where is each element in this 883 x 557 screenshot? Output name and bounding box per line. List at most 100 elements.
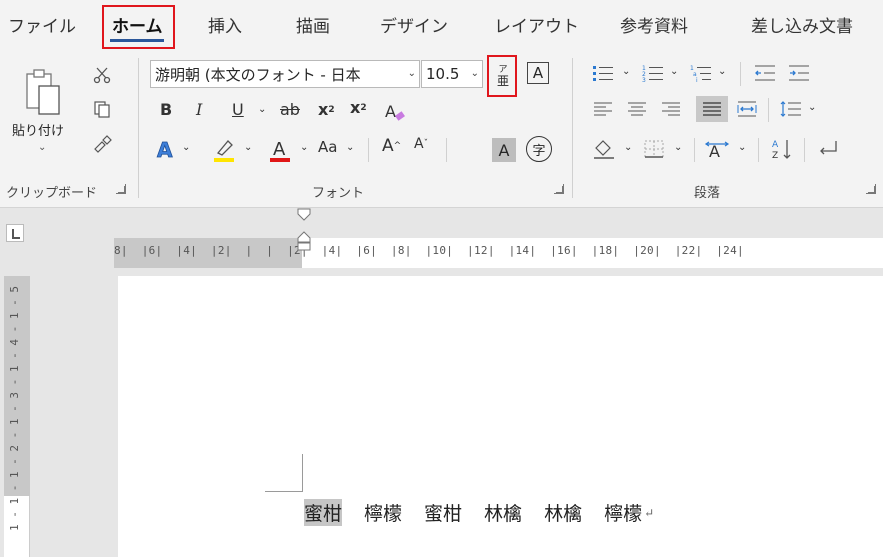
line-spacing-dropdown-icon[interactable]: ⌄: [808, 102, 816, 113]
paste-button[interactable]: [20, 62, 66, 124]
underline-dropdown-icon[interactable]: ⌄: [258, 104, 266, 115]
numbering-button[interactable]: 123: [640, 62, 666, 84]
distributed-icon: [737, 101, 757, 117]
sort-button[interactable]: A Z: [768, 136, 796, 162]
highlight-color-button[interactable]: [210, 136, 238, 164]
paragraph-group-label: 段落: [694, 186, 721, 201]
font-group-label: フォント: [312, 186, 365, 201]
tab-file[interactable]: ファイル: [8, 12, 76, 37]
tab-selector-button[interactable]: [6, 224, 24, 242]
font-dialog-launcher[interactable]: [554, 184, 564, 194]
paste-dropdown-chevron[interactable]: ⌄: [38, 142, 46, 153]
bullet-list-icon: [593, 66, 613, 81]
change-case-button[interactable]: Aa: [318, 138, 337, 156]
italic-button[interactable]: I: [196, 100, 202, 119]
align-right-icon: [662, 102, 680, 116]
format-painter-button[interactable]: [90, 134, 114, 156]
svg-text:A: A: [772, 140, 779, 150]
change-case-dropdown-icon[interactable]: ⌄: [346, 142, 354, 153]
enclose-characters-button[interactable]: 字: [526, 136, 552, 162]
multilevel-list-icon: 1ai: [690, 65, 711, 82]
font-color-dropdown-icon[interactable]: ⌄: [300, 142, 308, 153]
tab-draw[interactable]: 描画: [296, 12, 330, 37]
svg-text:i: i: [696, 77, 698, 82]
document-page[interactable]: 蜜柑 檸檬 蜜柑 林檎 林檎 檸檬 ↵: [118, 276, 883, 557]
underline-button[interactable]: U: [232, 100, 244, 119]
shrink-font-button[interactable]: Aˇ: [414, 136, 428, 152]
copy-button[interactable]: [90, 98, 114, 120]
document-word[interactable]: 林檎: [484, 499, 522, 526]
multilevel-list-button[interactable]: 1ai: [688, 62, 714, 84]
sort-icon: A Z: [772, 140, 791, 161]
align-left-icon: [594, 102, 612, 116]
bold-button[interactable]: B: [160, 100, 172, 119]
shading-dropdown-icon[interactable]: ⌄: [624, 142, 632, 153]
text-effects-icon: A: [157, 138, 174, 161]
bullets-dropdown-icon[interactable]: ⌄: [622, 66, 630, 77]
svg-text:Z: Z: [772, 151, 778, 161]
line-spacing-button[interactable]: [778, 98, 804, 120]
document-word[interactable]: 檸檬: [364, 499, 402, 526]
superscript-button[interactable]: x2: [350, 98, 367, 117]
tab-references[interactable]: 参考資料: [620, 12, 688, 37]
bullets-button[interactable]: [590, 62, 616, 84]
tab-mailings[interactable]: 差し込み文書: [751, 12, 853, 37]
character-border-glyph: A: [532, 64, 544, 82]
shading-button[interactable]: [590, 136, 618, 162]
clipboard-dialog-launcher[interactable]: [116, 184, 126, 194]
font-name-dropdown-icon[interactable]: ⌄: [408, 68, 416, 79]
font-size-dropdown-icon[interactable]: ⌄: [471, 68, 479, 79]
font-color-icon: A: [270, 139, 290, 162]
enclose-characters-glyph: 字: [532, 143, 546, 159]
character-border-button[interactable]: A: [527, 62, 549, 84]
tab-layout[interactable]: レイアウト: [494, 12, 579, 37]
document-word[interactable]: 檸檬: [604, 499, 642, 526]
document-word[interactable]: 蜜柑: [424, 499, 462, 526]
tab-design[interactable]: デザイン: [380, 12, 448, 37]
asian-layout-dropdown-icon[interactable]: ⌄: [738, 142, 746, 153]
align-right-button[interactable]: [658, 98, 684, 120]
document-word-selected[interactable]: 蜜柑: [304, 499, 343, 526]
highlight-dropdown-icon[interactable]: ⌄: [244, 142, 252, 153]
clear-formatting-button[interactable]: A: [382, 100, 408, 124]
svg-text:A: A: [385, 102, 396, 121]
increase-indent-button[interactable]: [786, 62, 812, 84]
font-size-box[interactable]: 10.5 ⌄: [421, 60, 483, 88]
home-tab-highlight-frame: [102, 5, 175, 49]
increase-indent-icon: [789, 65, 809, 81]
phonetic-guide-highlight-frame: [487, 55, 517, 97]
grow-font-button[interactable]: A ^: [382, 136, 401, 156]
decrease-indent-icon: [755, 65, 775, 81]
character-shading-glyph: A: [498, 140, 510, 160]
document-text-line[interactable]: 蜜柑 檸檬 蜜柑 林檎 林檎 檸檬 ↵: [304, 499, 654, 526]
document-word[interactable]: 林檎: [544, 499, 582, 526]
text-effects-dropdown-icon[interactable]: ⌄: [182, 142, 190, 153]
vertical-ruler[interactable]: 1 - 1 - 1 - 2 - 1 - 3 - 1 - 4 - 1 - 5: [4, 276, 30, 557]
decrease-indent-button[interactable]: [752, 62, 778, 84]
strikethrough-button[interactable]: ab: [280, 100, 300, 119]
show-formatting-marks-button[interactable]: [814, 136, 842, 162]
multilevel-dropdown-icon[interactable]: ⌄: [718, 66, 726, 77]
paragraph-dialog-launcher[interactable]: [866, 184, 876, 194]
font-name-box[interactable]: 游明朝 (本文のフォント - 日本 ⌄: [150, 60, 420, 88]
borders-button[interactable]: [640, 136, 668, 162]
cut-button[interactable]: [90, 64, 114, 86]
group-separator: [138, 58, 139, 198]
align-left-button[interactable]: [590, 98, 616, 120]
asian-layout-button[interactable]: A: [702, 136, 732, 162]
horizontal-ruler-area: 8| |6| |4| |2| | | |2| |4| |6| |8| |10| …: [0, 208, 883, 276]
text-effects-button[interactable]: A: [152, 136, 182, 162]
ruler-ticks: 8| |6| |4| |2| | | |2| |4| |6| |8| |10| …: [114, 244, 744, 257]
tab-insert[interactable]: 挿入: [208, 12, 242, 37]
font-color-button[interactable]: A: [266, 136, 294, 164]
numbering-dropdown-icon[interactable]: ⌄: [670, 66, 678, 77]
margin-crop-mark: [265, 491, 303, 492]
align-center-button[interactable]: [624, 98, 650, 120]
subscript-button[interactable]: x2: [318, 100, 335, 119]
borders-dropdown-icon[interactable]: ⌄: [674, 142, 682, 153]
indent-marker-icon[interactable]: [297, 208, 311, 256]
distributed-button[interactable]: [734, 98, 760, 120]
justify-button[interactable]: [696, 96, 728, 122]
horizontal-ruler[interactable]: 8| |6| |4| |2| | | |2| |4| |6| |8| |10| …: [114, 238, 883, 268]
character-shading-button[interactable]: A: [492, 138, 516, 162]
